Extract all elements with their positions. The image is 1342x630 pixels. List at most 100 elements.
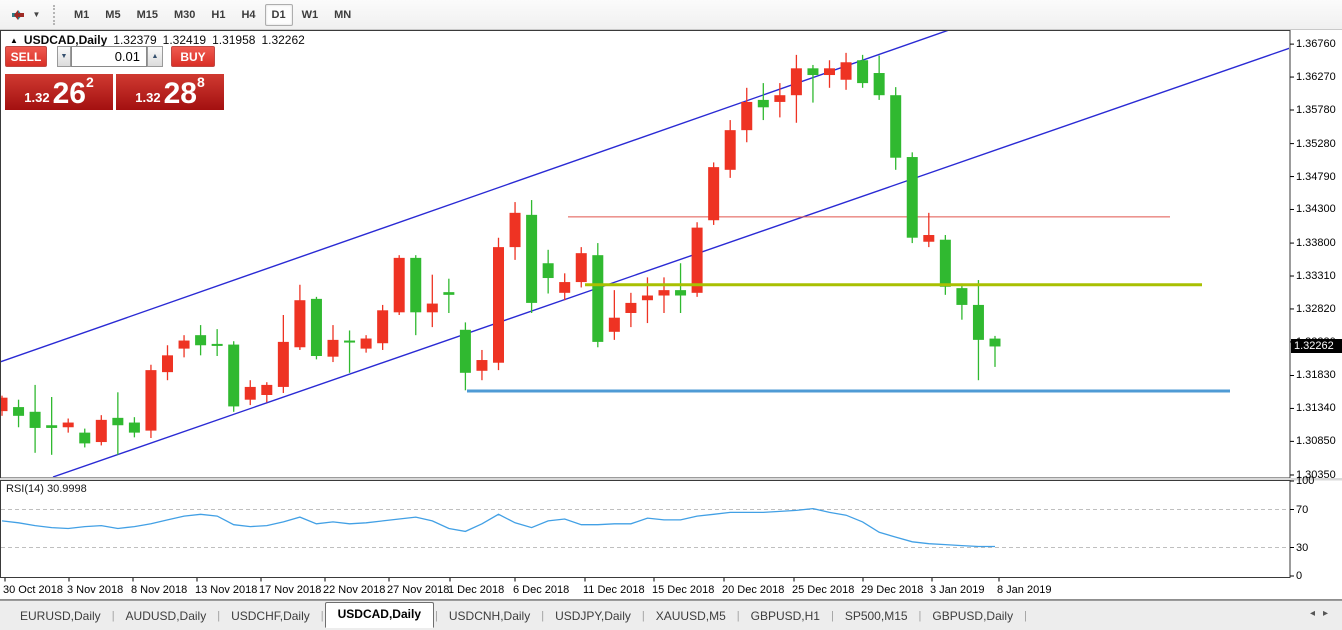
candle-body bbox=[63, 423, 74, 428]
tab-usdcnh-daily[interactable]: USDCNH,Daily bbox=[439, 606, 540, 626]
candle-body bbox=[659, 290, 670, 295]
mt4-window: ▼ M1M5M15M30H1H4D1W1MN ▲ USDCAD,Daily 1.… bbox=[0, 0, 1342, 630]
sell-price-big: 26 bbox=[53, 80, 86, 108]
ohlc-high: 1.32419 bbox=[163, 33, 206, 47]
candle-body bbox=[13, 407, 24, 416]
tab-separator: | bbox=[112, 610, 115, 622]
tab-eurusd-daily[interactable]: EURUSD,Daily bbox=[10, 606, 111, 626]
rsi-axis-label: 30 bbox=[1296, 542, 1308, 554]
candle-body bbox=[741, 102, 752, 130]
rsi-axis-label: 100 bbox=[1296, 475, 1314, 487]
chart-canvas[interactable] bbox=[0, 30, 1342, 600]
candle-body bbox=[112, 418, 123, 425]
candle-body bbox=[162, 355, 173, 372]
price-axis-label: 1.34300 bbox=[1296, 203, 1336, 215]
candle-body bbox=[261, 385, 272, 395]
candle-body bbox=[427, 304, 438, 313]
tab-gbpusd-daily[interactable]: GBPUSD,Daily bbox=[922, 606, 1023, 626]
tab-scroll-right[interactable]: ▸ bbox=[1323, 608, 1336, 619]
sell-price-prefix: 1.32 bbox=[24, 88, 49, 108]
date-axis-label: 3 Jan 2019 bbox=[930, 584, 984, 596]
timeframe-button-w1[interactable]: W1 bbox=[295, 4, 326, 26]
volume-input[interactable] bbox=[71, 46, 147, 67]
date-axis-label: 11 Dec 2018 bbox=[583, 584, 645, 596]
candle-body bbox=[311, 299, 322, 356]
tab-usdchf-daily[interactable]: USDCHF,Daily bbox=[221, 606, 320, 626]
candle-body bbox=[510, 213, 521, 247]
timeframe-button-m5[interactable]: M5 bbox=[98, 4, 127, 26]
candle-body bbox=[30, 412, 41, 428]
candle-body bbox=[890, 95, 901, 158]
price-axis-label: 1.34790 bbox=[1296, 171, 1336, 183]
candle-body bbox=[96, 420, 107, 442]
candle-body bbox=[212, 344, 223, 346]
buy-price-sup: 8 bbox=[197, 76, 205, 88]
current-price-tag: 1.32262 bbox=[1291, 339, 1342, 353]
date-axis-label: 27 Nov 2018 bbox=[387, 584, 449, 596]
candle-body bbox=[410, 258, 421, 312]
price-axis-label: 1.36270 bbox=[1296, 71, 1336, 83]
candle-body bbox=[774, 95, 785, 102]
tab-audusd-daily[interactable]: AUDUSD,Daily bbox=[116, 606, 217, 626]
candle-body bbox=[476, 360, 487, 371]
candle-body bbox=[559, 282, 570, 293]
collapse-triangle-icon[interactable]: ▲ bbox=[10, 36, 18, 45]
candle-body bbox=[973, 305, 984, 340]
candle-body bbox=[923, 235, 934, 242]
timeframe-button-mn[interactable]: MN bbox=[327, 4, 358, 26]
tab-usdcad-daily[interactable]: USDCAD,Daily bbox=[325, 602, 434, 628]
toolbar-grip bbox=[53, 5, 58, 25]
timeframe-button-h4[interactable]: H4 bbox=[234, 4, 262, 26]
tab-gbpusd-h1[interactable]: GBPUSD,H1 bbox=[741, 606, 830, 626]
tab-scroll-left[interactable]: ◂ bbox=[1310, 608, 1323, 619]
candle-body bbox=[0, 398, 8, 411]
candle-body bbox=[328, 340, 339, 357]
tab-separator: | bbox=[831, 610, 834, 622]
candle-body bbox=[526, 215, 537, 303]
timeframe-button-d1[interactable]: D1 bbox=[265, 4, 293, 26]
tab-sp500-m15[interactable]: SP500,M15 bbox=[835, 606, 918, 626]
timeframe-button-m30[interactable]: M30 bbox=[167, 4, 202, 26]
rsi-axis-label: 0 bbox=[1296, 570, 1302, 582]
candle-body bbox=[841, 62, 852, 79]
price-axis-label: 1.31830 bbox=[1296, 369, 1336, 381]
candle-body bbox=[129, 423, 140, 433]
date-axis-label: 15 Dec 2018 bbox=[652, 584, 714, 596]
candle-body bbox=[956, 288, 967, 305]
buy-price-prefix: 1.32 bbox=[135, 88, 160, 108]
date-axis-label: 13 Nov 2018 bbox=[195, 584, 257, 596]
candle-body bbox=[907, 157, 918, 238]
tab-separator: | bbox=[435, 610, 438, 622]
price-axis-label: 1.30850 bbox=[1296, 435, 1336, 447]
tab-separator: | bbox=[1024, 610, 1027, 622]
symbol-name: USDCAD,Daily bbox=[24, 33, 107, 47]
candle-body bbox=[294, 300, 305, 347]
timeframe-button-m1[interactable]: M1 bbox=[67, 4, 96, 26]
date-axis-label: 8 Jan 2019 bbox=[997, 584, 1051, 596]
timeframe-button-h1[interactable]: H1 bbox=[204, 4, 232, 26]
candle-body bbox=[394, 258, 405, 312]
chart-switch-icon[interactable] bbox=[6, 4, 30, 26]
volume-decrease-button[interactable]: ▼ bbox=[57, 46, 71, 67]
chart-switch-caret[interactable]: ▼ bbox=[30, 4, 43, 26]
price-axis-label: 1.31340 bbox=[1296, 402, 1336, 414]
volume-increase-button[interactable]: ▲ bbox=[147, 46, 163, 67]
price-axis-label: 1.33800 bbox=[1296, 237, 1336, 249]
ohlc-close: 1.32262 bbox=[261, 33, 304, 47]
sell-quote[interactable]: 1.32 26 2 bbox=[5, 74, 113, 110]
price-axis-label: 1.35280 bbox=[1296, 138, 1336, 150]
date-axis-label: 3 Nov 2018 bbox=[67, 584, 123, 596]
buy-button[interactable]: BUY bbox=[171, 46, 215, 67]
buy-quote[interactable]: 1.32 28 8 bbox=[116, 74, 224, 110]
rsi-axis-label: 70 bbox=[1296, 504, 1308, 516]
timeframe-button-m15[interactable]: M15 bbox=[130, 4, 165, 26]
tab-usdjpy-daily[interactable]: USDJPY,Daily bbox=[545, 606, 641, 626]
tab-xauusd-m5[interactable]: XAUUSD,M5 bbox=[646, 606, 736, 626]
ohlc-low: 1.31958 bbox=[212, 33, 255, 47]
date-axis-label: 29 Dec 2018 bbox=[861, 584, 923, 596]
sell-button[interactable]: SELL bbox=[5, 46, 47, 67]
chart-title: ▲ USDCAD,Daily 1.32379 1.32419 1.31958 1… bbox=[10, 33, 305, 47]
buy-price-big: 28 bbox=[164, 80, 197, 108]
one-click-trade-panel: SELL ▼ ▲ BUY 1.32 26 2 1.32 28 8 bbox=[5, 46, 229, 112]
candle-body bbox=[460, 330, 471, 373]
